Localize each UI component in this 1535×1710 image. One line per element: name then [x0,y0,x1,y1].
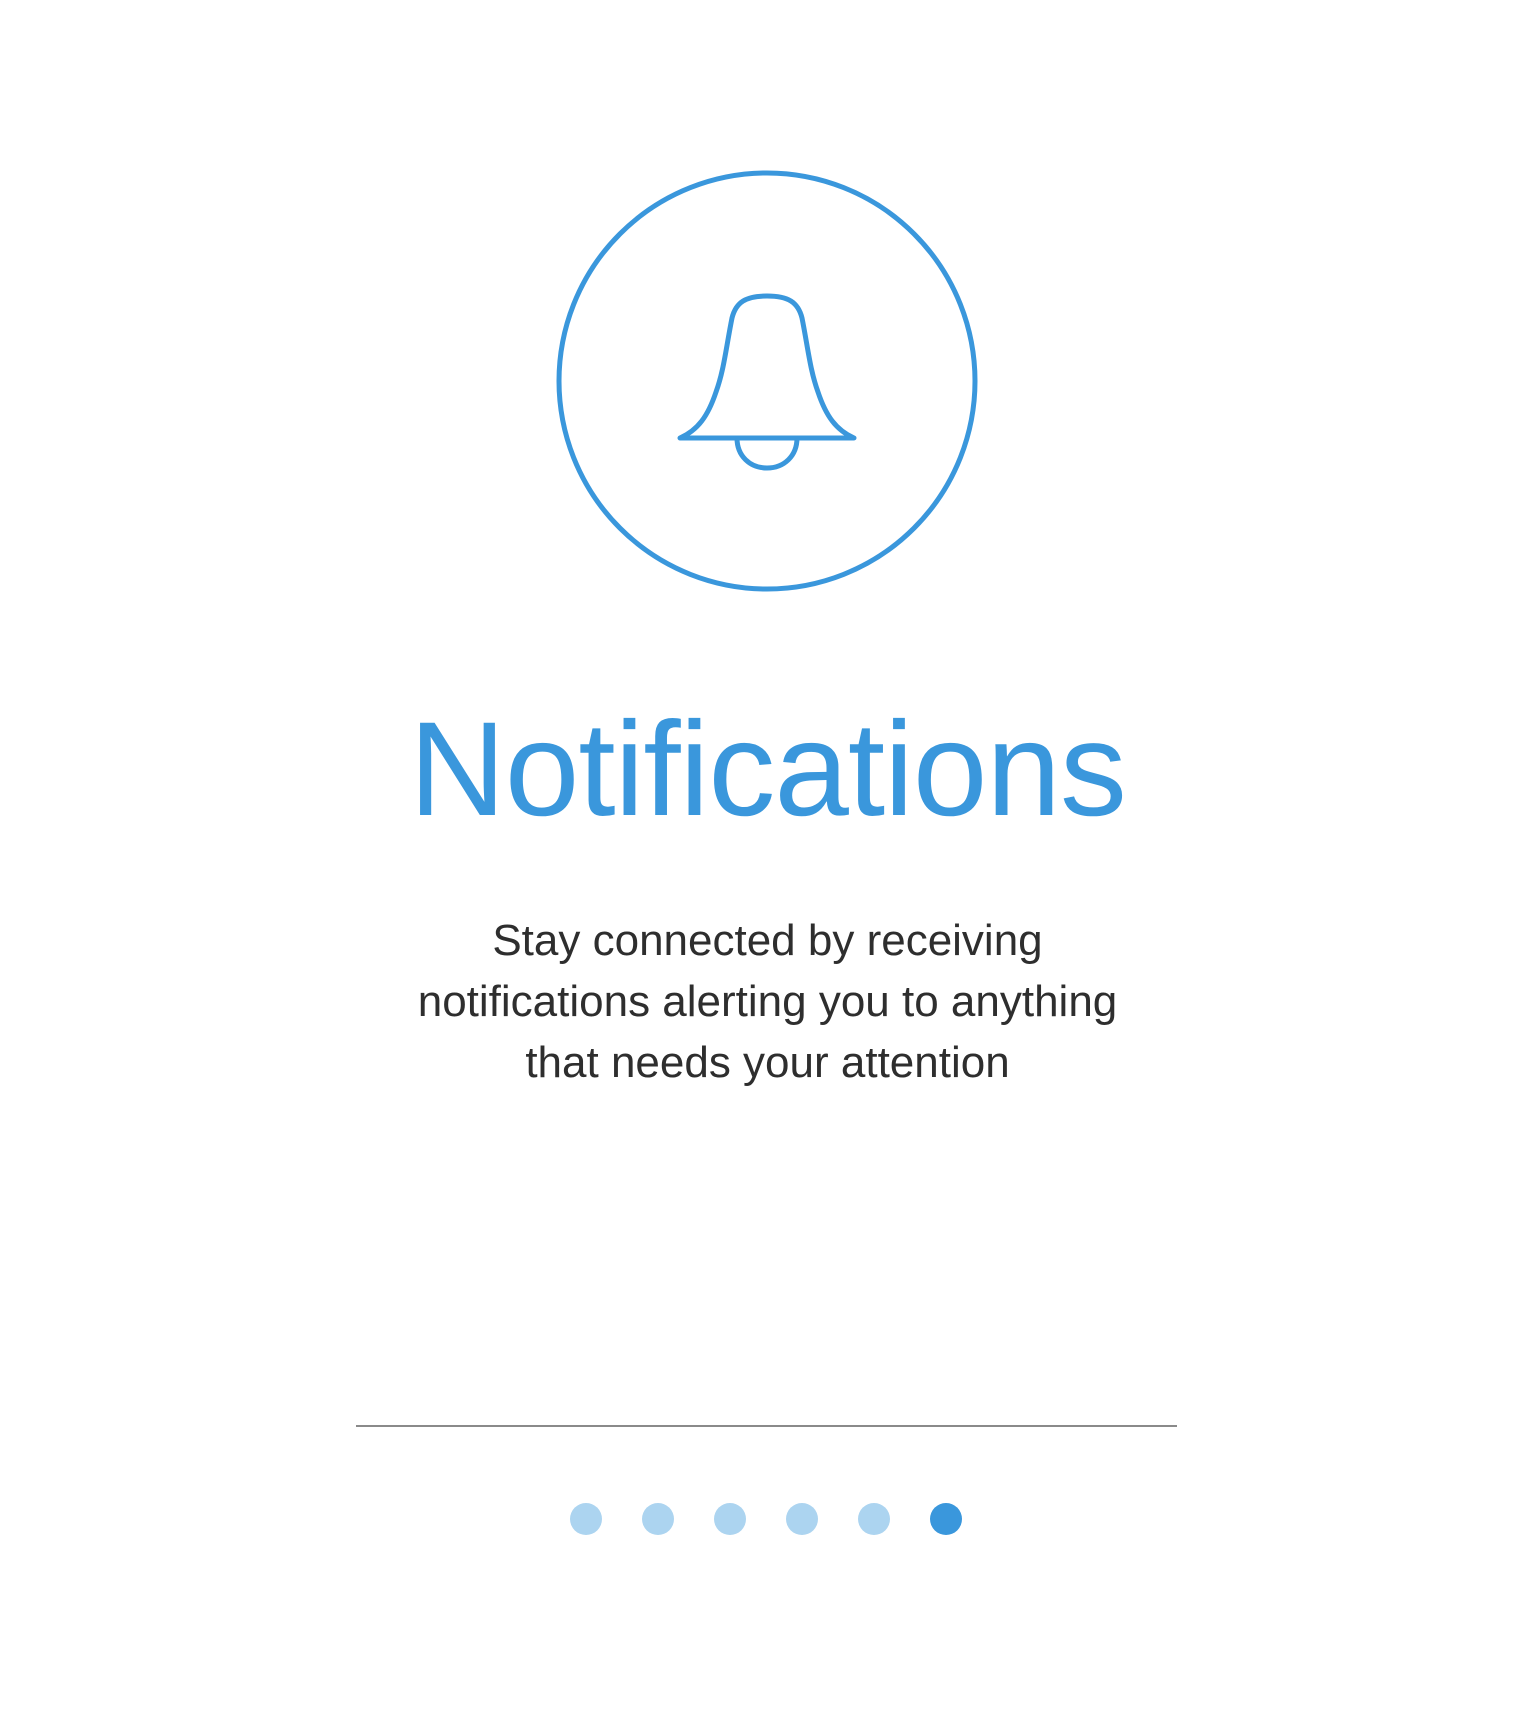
page-indicator [570,1503,962,1537]
page-dot-6-active[interactable] [930,1503,962,1535]
description-line: notifications alerting you to anything [417,977,1118,1026]
page-dot-5[interactable] [858,1503,890,1535]
description-line: that needs your attention [525,1038,1010,1087]
page-title: Notifications [409,695,1127,844]
divider [356,1425,1177,1427]
page-dot-2[interactable] [642,1503,674,1535]
description-line: Stay connected by receiving [492,916,1043,965]
page-dot-3[interactable] [714,1503,746,1535]
bell-icon [556,170,978,592]
onboarding-screen: Notifications Stay connected by receivin… [0,0,1535,1710]
page-dot-1[interactable] [570,1503,602,1535]
description-text: Stay connected by receiving notification… [300,910,1235,1093]
page-dot-4[interactable] [786,1503,818,1535]
